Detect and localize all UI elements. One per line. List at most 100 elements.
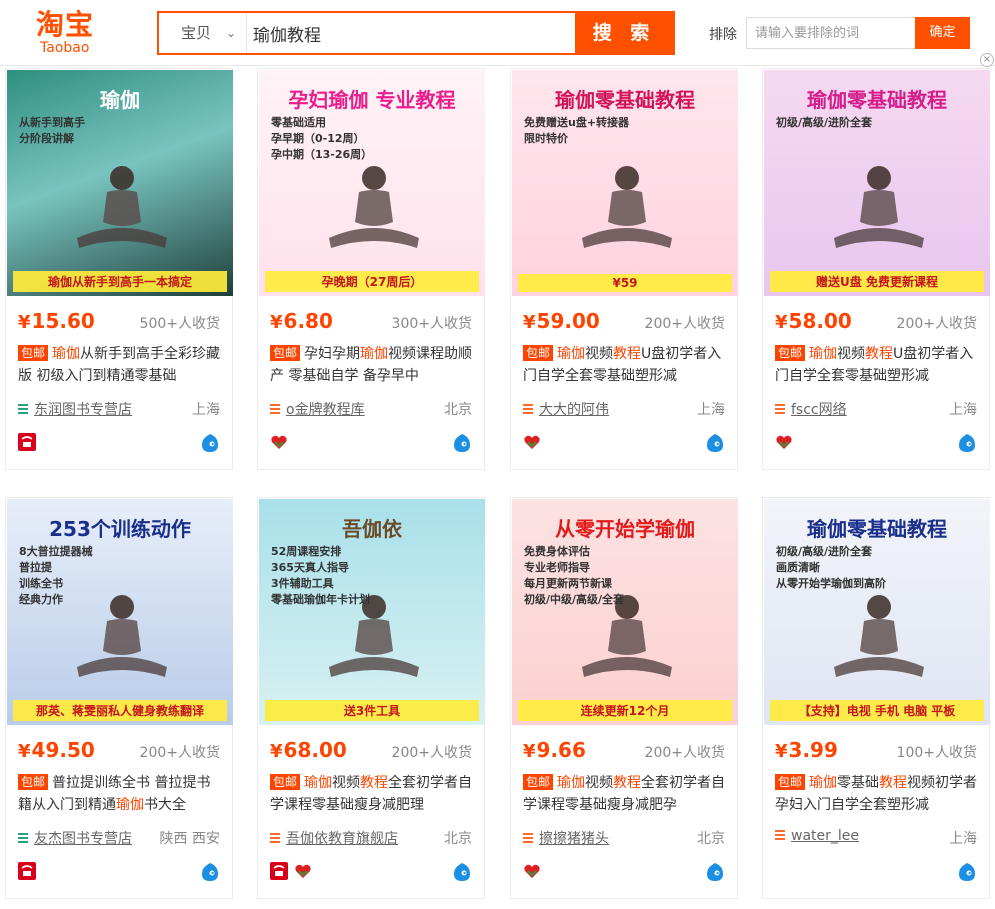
wangwang-chat-icon[interactable] — [452, 433, 472, 453]
image-caption-text: 分阶段讲解 — [19, 132, 74, 145]
shop-link[interactable]: o金牌教程库 — [270, 399, 365, 419]
sales-count: 300+人收货 — [391, 316, 472, 332]
sales-count: 200+人收货 — [391, 745, 472, 761]
shop-location: 上海 — [949, 402, 977, 418]
heart-badge-icon[interactable] — [523, 862, 541, 880]
shop-location: 上海 — [192, 402, 220, 418]
product-title-link[interactable]: 包邮 孕妇孕期瑜伽视频课程助顺产 零基础自学 备孕早中 — [270, 343, 476, 387]
product-image[interactable]: 从零开始学瑜伽 免费身体评估 专业老师指导 每月更新两节新课 初级/中级/高级/全套 连续… — [512, 499, 738, 725]
product-card[interactable]: 孕妇瑜伽 专业教程 零基础适用 孕早期（0-12周） 孕中期（13-26周） 孕晚期（2… — [257, 68, 485, 470]
search-input[interactable] — [253, 13, 573, 53]
wangwang-chat-icon[interactable] — [452, 862, 472, 882]
image-caption-text: 【支持】电视 手机 电脑 平板 — [770, 700, 984, 721]
title-keyword: 瑜伽 — [809, 775, 838, 791]
title-text: 书大全 — [144, 797, 186, 813]
wangwang-chat-icon[interactable] — [957, 433, 977, 453]
product-price: ¥58.00 — [775, 309, 852, 333]
shop-link[interactable]: 吾伽依教育旗舰店 — [270, 828, 398, 848]
product-image[interactable]: 瑜伽 从新手到高手 分阶段讲解 瑜伽从新手到高手一本搞定 — [7, 70, 233, 296]
wangwang-chat-icon[interactable] — [200, 862, 220, 882]
image-caption-text: 初级/高级/进阶全套 — [776, 545, 873, 558]
title-keyword: 教程 — [879, 775, 908, 791]
service-badges — [18, 862, 42, 880]
wangwang-chat-icon[interactable] — [200, 433, 220, 453]
price-value: 15.60 — [31, 309, 95, 333]
image-caption-text: 免费身体评估 — [524, 545, 590, 558]
shop-icon — [270, 832, 280, 843]
shop-name: water_lee — [791, 828, 860, 844]
exclude-input[interactable] — [746, 17, 916, 49]
logo-en-text: Taobao — [40, 40, 90, 56]
sales-count: 100+人收货 — [896, 745, 977, 761]
product-image[interactable]: 瑜伽零基础教程 免费赠送u盘+转接器 限时特价 ¥59 — [512, 70, 738, 296]
product-title-link[interactable]: 包邮 瑜伽视频教程全套初学者自学课程零基础瘦身减肥理 — [270, 772, 476, 816]
product-image[interactable]: 吾伽依 52周课程安排 365天真人指导 3件辅助工具 零基础瑜伽年卡计划 送3件工具 — [259, 499, 485, 725]
title-keyword: 教程 — [613, 346, 642, 362]
yoga-figure-graphic — [824, 160, 934, 260]
heart-badge-icon[interactable] — [294, 862, 312, 880]
wangwang-chat-icon[interactable] — [957, 862, 977, 882]
product-title-link[interactable]: 包邮 瑜伽从新手到高手全彩珍藏版 初级入门到精通零基础 — [18, 343, 224, 387]
product-card[interactable]: 瑜伽零基础教程 初级/高级/进阶全套 赠送U盘 免费更新课程 ¥58.00 200+人收… — [762, 68, 990, 470]
search-button[interactable]: 搜 索 — [575, 13, 673, 53]
wangwang-chat-icon[interactable] — [705, 862, 725, 882]
image-caption-text: 初级/中级/高级/全套 — [524, 593, 625, 606]
top-search-bar: 淘宝 Taobao 宝贝 ⌄ 搜 索 排除 确定 — [0, 0, 995, 66]
free-shipping-badge: 包邮 — [775, 774, 806, 790]
product-title-link[interactable]: 包邮 瑜伽视频教程U盘初学者入门自学全套零基础塑形减 — [775, 343, 981, 387]
search-category-select[interactable]: 宝贝 ⌄ — [159, 13, 247, 53]
tmall-badge-icon[interactable] — [270, 862, 288, 880]
product-card[interactable]: 瑜伽零基础教程 免费赠送u盘+转接器 限时特价 ¥59 ¥59.00 200+人收货 包邮瑜… — [510, 68, 738, 470]
image-caption-text: 孕妇瑜伽 专业教程 — [288, 88, 456, 112]
price-value: 9.66 — [536, 738, 586, 762]
wangwang-chat-icon[interactable] — [705, 433, 725, 453]
shop-link[interactable]: fscc网络 — [775, 399, 847, 419]
free-shipping-badge: 包邮 — [523, 345, 554, 361]
sales-count: 200+人收货 — [644, 745, 725, 761]
product-title-link[interactable]: 包邮 瑜伽零基础教程视频初学者孕妇入门自学全套塑形减 — [775, 772, 981, 816]
shop-link[interactable]: 东润图书专营店 — [18, 399, 132, 419]
free-shipping-badge: 包邮 — [775, 345, 806, 361]
shop-icon — [775, 829, 785, 840]
image-caption-text: 瑜伽从新手到高手一本搞定 — [13, 271, 227, 292]
exclude-confirm-button[interactable]: 确定 — [915, 17, 970, 49]
yoga-figure-graphic — [824, 589, 934, 689]
service-badges — [523, 433, 547, 451]
title-keyword: 教程 — [613, 775, 642, 791]
tmall-badge-icon[interactable] — [18, 862, 36, 880]
product-card[interactable]: 瑜伽零基础教程 初级/高级/进阶全套 画质清晰 从零开始学瑜伽到高阶 【支持】电视 手机… — [762, 497, 990, 899]
product-card[interactable]: 253个训练动作 8大普拉提器械 普拉提 训练全书 经典力作 那英、蒋雯丽私人健身教练翻译… — [5, 497, 233, 899]
tmall-badge-icon[interactable] — [18, 433, 36, 451]
product-price: ¥49.50 — [18, 738, 95, 762]
image-caption-text: 52周课程安排 — [271, 545, 342, 558]
product-image[interactable]: 瑜伽零基础教程 初级/高级/进阶全套 画质清晰 从零开始学瑜伽到高阶 【支持】电视 手机… — [764, 499, 990, 725]
heart-badge-icon[interactable] — [270, 433, 288, 451]
product-card[interactable]: 瑜伽 从新手到高手 分阶段讲解 瑜伽从新手到高手一本搞定 ¥15.60 500+人收货 包邮… — [5, 68, 233, 470]
heart-badge-icon[interactable] — [523, 433, 541, 451]
title-keyword: 瑜伽 — [809, 346, 838, 362]
shop-link[interactable]: 大大的阿伟 — [523, 399, 609, 419]
shop-name: 东润图书专营店 — [34, 402, 132, 418]
product-title-link[interactable]: 包邮 瑜伽视频教程U盘初学者入门自学全套零基础塑形减 — [523, 343, 729, 387]
product-title-link[interactable]: 包邮 瑜伽视频教程全套初学者自学课程零基础瘦身减肥孕 — [523, 772, 729, 816]
taobao-logo[interactable]: 淘宝 Taobao — [36, 10, 106, 57]
product-image[interactable]: 瑜伽零基础教程 初级/高级/进阶全套 赠送U盘 免费更新课程 — [764, 70, 990, 296]
shop-link[interactable]: 擦擦猪猪头 — [523, 828, 609, 848]
service-badges — [18, 433, 42, 451]
product-image[interactable]: 253个训练动作 8大普拉提器械 普拉提 训练全书 经典力作 那英、蒋雯丽私人健身教练翻译 — [7, 499, 233, 725]
product-title-link[interactable]: 包邮 普拉提训练全书 普拉提书籍从入门到精通瑜伽书大全 — [18, 772, 224, 816]
product-image[interactable]: 孕妇瑜伽 专业教程 零基础适用 孕早期（0-12周） 孕中期（13-26周） 孕晚期（2… — [259, 70, 485, 296]
image-caption-text: 零基础瑜伽年卡计划 — [271, 593, 370, 606]
heart-badge-icon[interactable] — [775, 433, 793, 451]
close-icon[interactable]: × — [980, 53, 994, 67]
product-card[interactable]: 吾伽依 52周课程安排 365天真人指导 3件辅助工具 零基础瑜伽年卡计划 送3件工具 ¥6… — [257, 497, 485, 899]
shop-link[interactable]: water_lee — [775, 828, 859, 844]
image-caption-text: 画质清晰 — [776, 561, 820, 574]
image-caption-text: 从新手到高手 — [19, 116, 85, 129]
shop-link[interactable]: 友杰图书专营店 — [18, 828, 132, 848]
title-text: 视频 — [585, 775, 614, 791]
price-value: 68.00 — [283, 738, 347, 762]
product-card[interactable]: 从零开始学瑜伽 免费身体评估 专业老师指导 每月更新两节新课 初级/中级/高级/全套 连续… — [510, 497, 738, 899]
service-badges — [523, 862, 547, 880]
shop-name: 大大的阿伟 — [539, 402, 609, 418]
